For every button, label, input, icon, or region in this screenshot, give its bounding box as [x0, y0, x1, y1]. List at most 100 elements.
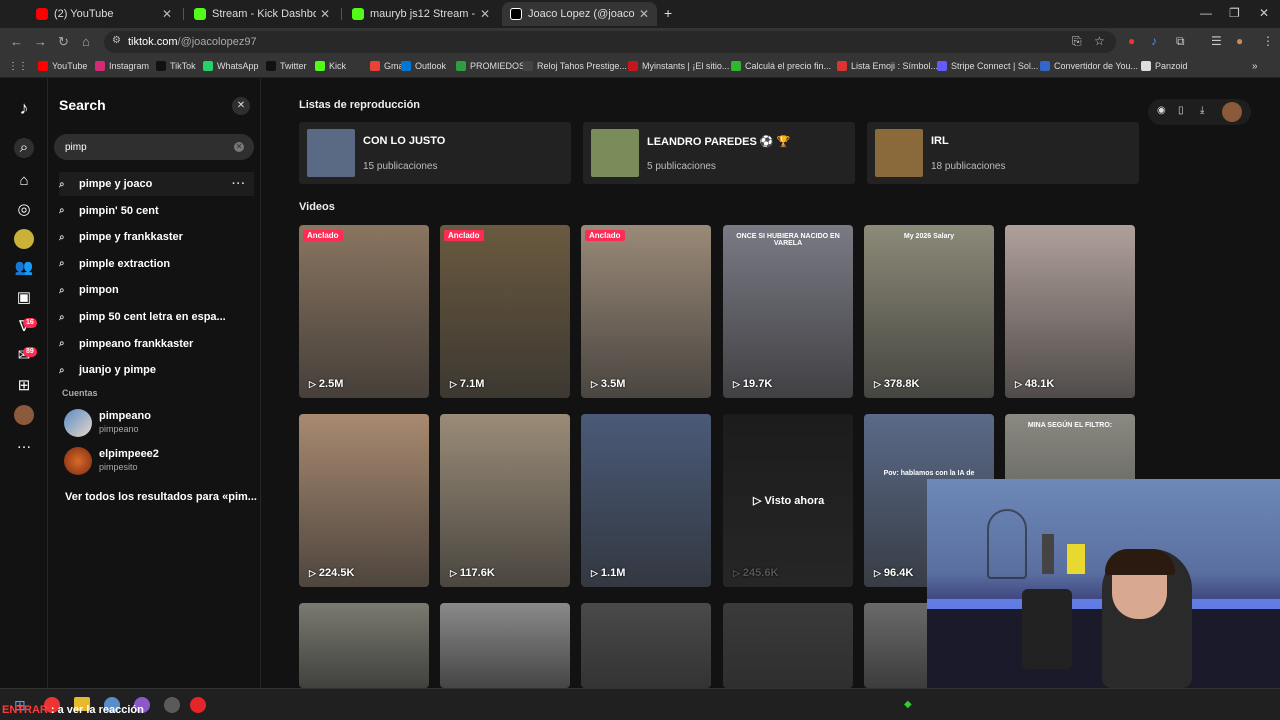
bookmark-14[interactable]: Convertidor de You... [1040, 61, 1138, 71]
video-card[interactable]: My 2026 Salary ▷ 378.8K [864, 225, 994, 398]
playlist-card[interactable]: IRL 18 publicaciones [867, 122, 1139, 184]
settings-icon[interactable]: ◉ [1157, 105, 1166, 116]
bookmark-8[interactable]: PROMIEDOS [456, 61, 525, 71]
profile-avatar[interactable] [1222, 102, 1242, 122]
explore-compass-icon[interactable]: ◎ [14, 200, 34, 220]
new-tab-button[interactable]: + [664, 5, 672, 21]
download-icon[interactable]: ⤓ [1200, 105, 1204, 116]
device-icon[interactable]: ▯ [1178, 105, 1184, 116]
video-card[interactable]: ▷ 48.1K [1005, 225, 1135, 398]
video-card[interactable] [723, 603, 853, 688]
search-suggestion[interactable]: ⌕ pimpe y frankkaster [59, 225, 254, 249]
play-icon: ▷ [450, 568, 457, 578]
back-icon[interactable]: ← [10, 34, 23, 49]
bookmark-10[interactable]: Myinstants | ¡El sitio... [628, 61, 729, 71]
search-suggestion[interactable]: ⌕ pimpeano frankkaster [59, 332, 254, 356]
apps-grid-icon[interactable]: ⋮⋮ [8, 61, 28, 72]
friends-icon[interactable]: 👥 [14, 258, 34, 278]
extensions-icon[interactable]: ⧉ [1176, 34, 1185, 49]
home-icon[interactable]: ⌂ [14, 171, 34, 191]
close-icon[interactable]: ✕ [320, 7, 330, 21]
search-suggestion[interactable]: ⌕ pimpe y joaco ··· [59, 172, 254, 196]
bookmark-1[interactable]: Instagram [95, 61, 149, 71]
search-suggestion[interactable]: ⌕ pimp 50 cent letra en espa... [59, 305, 254, 329]
minimize-icon[interactable]: — [1200, 6, 1212, 20]
suggestion-text: pimp 50 cent letra en espa... [79, 311, 226, 323]
bookmark-0[interactable]: YouTube [38, 61, 87, 71]
bookmark-15[interactable]: Panzoid [1141, 61, 1188, 71]
bookmark-4[interactable]: Twitter [266, 61, 307, 71]
close-icon[interactable]: ✕ [162, 7, 172, 21]
bookmark-2[interactable]: TikTok [156, 61, 196, 71]
video-card[interactable]: ▷ 1.1M [581, 414, 711, 587]
close-icon[interactable]: ✕ [639, 7, 649, 21]
obs-icon[interactable] [190, 697, 206, 713]
close-window-icon[interactable]: ✕ [1259, 6, 1269, 20]
clear-search-icon[interactable]: ✕ [234, 142, 244, 152]
bookmark-9[interactable]: Reloj Tahos Prestige... [523, 61, 627, 71]
see-all-results-link[interactable]: Ver todos los resultados para «pim... [65, 491, 257, 503]
bookmark-11[interactable]: Calculá el precio fin... [731, 61, 831, 71]
maximize-icon[interactable]: ❐ [1229, 6, 1240, 20]
video-card[interactable]: ▷ 245.6K ▷ Visto ahora [723, 414, 853, 587]
site-info-icon[interactable]: ⚙ [112, 35, 121, 46]
bookmark-star-icon[interactable]: ☆ [1094, 34, 1105, 48]
bookmark-12[interactable]: Lista Emoji : Símbol... [837, 61, 938, 71]
tiktok-nav-rail: ♪ ⌕ ⌂ ◎ 👥 ▣ ∇ 16 ✉ 89 ⊞ … [0, 78, 48, 688]
video-card[interactable] [440, 603, 570, 688]
live-icon[interactable]: ▣ [14, 288, 34, 308]
more-icon[interactable]: … [14, 434, 34, 454]
search-suggestion[interactable]: ⌕ pimpin' 50 cent [59, 199, 254, 223]
account-result[interactable]: elpimpeee2 pimpesito [64, 446, 254, 476]
home-icon[interactable]: ⌂ [82, 34, 90, 49]
close-search-icon[interactable]: ✕ [232, 97, 250, 115]
profile-avatar-icon[interactable]: ● [1236, 34, 1243, 48]
playlist-card[interactable]: LEANDRO PAREDES ⚽ 🏆 5 publicaciones [583, 122, 855, 184]
account-result[interactable]: pimpeano pimpeano [64, 408, 254, 438]
bookmark-7[interactable]: Outlook [401, 61, 446, 71]
tab-title: mauryb js12 Stream - Watch Liv [370, 8, 476, 20]
profile-avatar[interactable] [14, 405, 34, 425]
video-card[interactable]: Anclado ▷ 3.5M [581, 225, 711, 398]
extension-audio-icon[interactable]: ♪ [1151, 34, 1157, 48]
video-card[interactable]: ONCE SI HUBIERA NACIDO EN VARELA ▷ 19.7K [723, 225, 853, 398]
suggestion-text: pimpon [79, 284, 119, 297]
upload-icon[interactable]: ⊞ [14, 376, 34, 396]
more-bookmarks-icon[interactable]: » [1252, 61, 1258, 72]
bookmark-3[interactable]: WhatsApp [203, 61, 259, 71]
tab-search-icon[interactable]: ☰ [1211, 34, 1222, 48]
tab-tiktok-profile[interactable]: Joaco Lopez (@joacolopez97) | ✕ [502, 2, 657, 26]
video-card[interactable] [581, 603, 711, 688]
tab-kick-dashboard[interactable]: Stream - Kick Dashboard ✕ [186, 2, 338, 26]
browser-menu-icon[interactable]: ⋮ [1262, 34, 1274, 48]
search-suggestion[interactable]: ⌕ pimpon [59, 278, 254, 302]
pinned-badge: Anclado [585, 230, 625, 241]
reload-icon[interactable]: ↻ [58, 34, 69, 50]
bookmark-5[interactable]: Kick [315, 61, 346, 71]
playlist-card[interactable]: CON LO JUSTO 15 publicaciones [299, 122, 571, 184]
bookmark-13[interactable]: Stripe Connect | Sol... [937, 61, 1038, 71]
video-card[interactable] [299, 603, 429, 688]
app-icon[interactable] [164, 697, 180, 713]
forward-icon[interactable]: → [34, 34, 47, 49]
extension-record-icon[interactable]: ● [1128, 34, 1135, 48]
video-card[interactable]: ▷ 117.6K [440, 414, 570, 587]
tab-youtube[interactable]: (2) YouTube ✕ [28, 2, 180, 26]
tiktok-logo-icon[interactable]: ♪ [14, 98, 34, 118]
play-icon: ▷ [309, 568, 316, 578]
video-card[interactable]: Anclado ▷ 7.1M [440, 225, 570, 398]
search-input[interactable]: pimp ✕ [54, 134, 254, 160]
more-options-icon[interactable]: ··· [232, 178, 246, 190]
tray-icon[interactable]: ◆ [904, 699, 912, 710]
search-icon[interactable]: ⌕ [14, 138, 34, 158]
tab-title: Stream - Kick Dashboard [212, 8, 316, 20]
video-card[interactable]: ▷ 224.5K [299, 414, 429, 587]
url-input[interactable]: ⚙ tiktok.com/@joacolopez97 [104, 31, 1116, 53]
video-card[interactable]: Anclado ▷ 2.5M [299, 225, 429, 398]
install-app-icon[interactable]: ⎘ [1072, 34, 1082, 49]
close-icon[interactable]: ✕ [480, 7, 490, 21]
following-avatar-icon[interactable] [14, 229, 34, 249]
search-suggestion[interactable]: ⌕ pimple extraction [59, 252, 254, 276]
search-suggestion[interactable]: ⌕ juanjo y pimpe [59, 358, 254, 382]
tab-kick-stream[interactable]: mauryb js12 Stream - Watch Liv ✕ [344, 2, 498, 26]
